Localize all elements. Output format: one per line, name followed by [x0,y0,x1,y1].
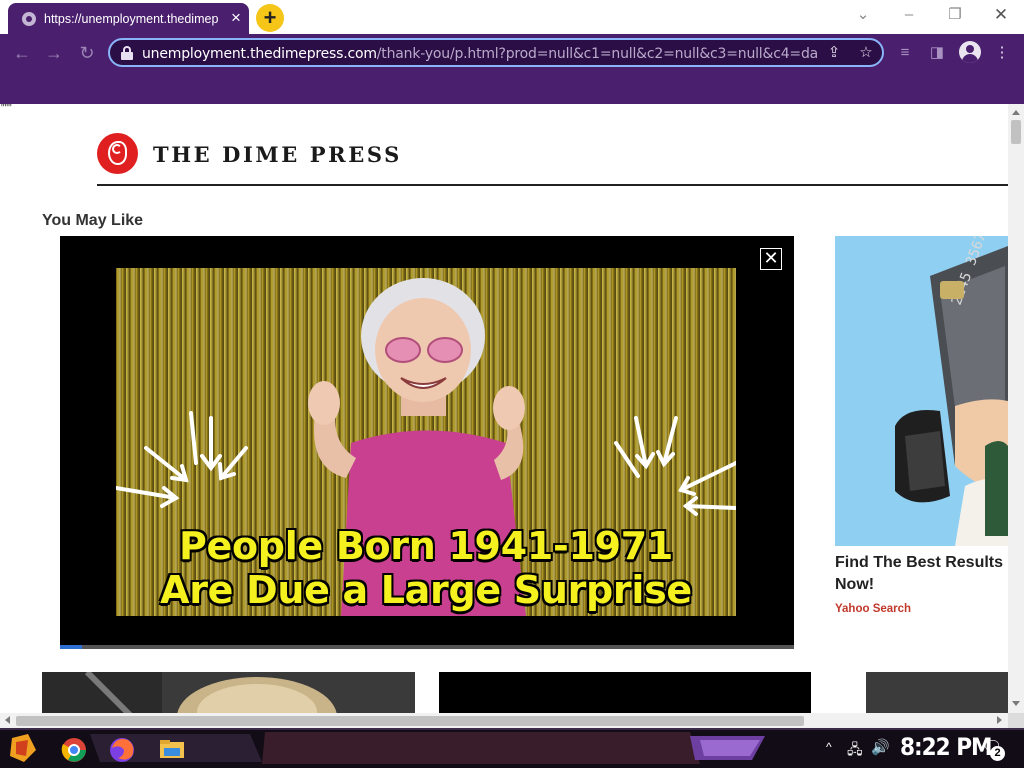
forward-button[interactable]: → [40,39,68,67]
tile-1-image [42,672,415,713]
browser-tab[interactable]: https://unemployment.thedimepress.com/th… [8,3,249,34]
scroll-left-icon[interactable] [5,716,10,724]
menu-icon[interactable]: ⋮ [991,42,1013,64]
clock[interactable]: 8:22 PM [900,733,993,761]
article-tile-3[interactable] [866,672,1008,713]
show-hidden-icons-icon[interactable]: ^ [826,740,832,754]
vertical-scrollbar[interactable] [1008,104,1024,713]
side-panel-icon[interactable]: ◨ [926,42,948,64]
media-control-icon[interactable]: ≡ [894,42,916,64]
close-icon[interactable]: ✕ [760,248,782,270]
video-progress-fill [60,645,82,649]
url-host: unemployment.thedimepress.com [142,46,377,62]
network-icon[interactable]: 🖧 [847,739,863,763]
start-button[interactable] [6,730,42,766]
side-ad-illustration: 2145 3567 [835,236,1008,546]
side-ad-title[interactable]: Find The Best Results Now! [835,552,1008,596]
side-ad-source[interactable]: Yahoo Search [835,602,911,616]
notification-badge: 2 [990,746,1005,761]
side-ad-image[interactable]: 2145 3567 [835,236,1008,546]
bookmark-bar [0,72,1024,104]
tab-title: https://unemployment.thedimepress.com/th… [44,12,219,26]
scroll-up-icon[interactable] [1012,110,1020,115]
chrome-icon[interactable] [56,730,92,766]
page-viewport: """ THE DIME PRESS You May Like People B… [0,104,1008,713]
bookmark-star-icon[interactable]: ☆ [856,43,876,63]
scroll-right-icon[interactable] [997,716,1002,724]
browser-titlebar: https://unemployment.thedimepress.com/th… [0,0,1024,34]
ad-caption-line1: People Born 1941-1971 [178,524,674,568]
section-title: You May Like [42,212,144,229]
file-explorer-icon[interactable] [154,730,190,766]
scroll-down-icon[interactable] [1012,701,1020,706]
globe-icon [22,12,36,26]
taskbar: ^ 🖧 🔊 8:22 PM 🗨 2 [0,728,1024,768]
profile-avatar[interactable] [959,41,981,63]
restore-button[interactable]: ❐ [932,0,978,30]
back-button[interactable]: ← [8,39,36,67]
close-tab-icon[interactable]: × [227,9,245,27]
url-text[interactable]: unemployment.thedimepress.com/thank-you/… [142,45,818,63]
ad-image[interactable]: People Born 1941-1971 Are Due a Large Su… [116,268,736,616]
minimize-button[interactable]: – [886,0,932,30]
tab-search-icon[interactable]: ⌄ [840,0,886,30]
scrollbar-corner [1008,713,1024,728]
article-tile-2[interactable] [439,672,811,713]
ad-caption-line2: Are Due a Large Surprise [160,568,692,612]
site-logo-icon[interactable] [97,133,138,174]
browser-toolbar: ← → ↻ unemployment.thedimepress.com/than… [0,34,1024,72]
video-progress-bar[interactable] [60,645,794,649]
video-ad[interactable]: People Born 1941-1971 Are Due a Large Su… [60,236,794,649]
header-divider [97,184,1008,186]
firefox-icon[interactable] [104,730,140,766]
article-tile-1[interactable] [42,672,415,713]
horizontal-scroll-thumb[interactable] [16,716,804,726]
reload-button[interactable]: ↻ [73,39,101,67]
share-icon[interactable]: ⇪ [824,43,844,63]
new-tab-button[interactable]: + [256,4,284,32]
vertical-scroll-thumb[interactable] [1011,120,1021,144]
site-brand[interactable]: THE DIME PRESS [153,142,402,168]
close-window-button[interactable]: ✕ [978,0,1024,30]
volume-icon[interactable]: 🔊 [871,738,890,756]
address-bar[interactable]: unemployment.thedimepress.com/thank-you/… [108,38,884,67]
lock-icon[interactable] [121,46,133,60]
horizontal-scrollbar[interactable] [0,713,1008,728]
url-path: /thank-you/p.html?prod=null&c1=null&c2=n… [376,46,818,62]
stray-text: """ [1,104,12,114]
